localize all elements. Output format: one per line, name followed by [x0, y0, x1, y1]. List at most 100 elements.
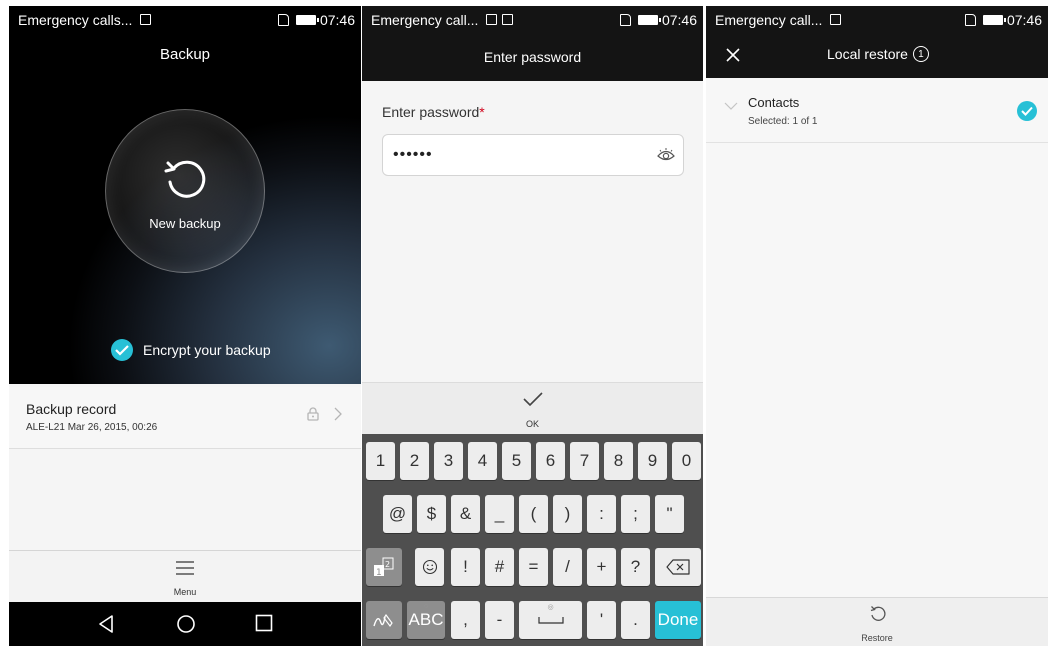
- ok-button[interactable]: OK: [362, 382, 703, 434]
- required-mark: *: [479, 104, 485, 120]
- key-dash[interactable]: -: [485, 601, 514, 639]
- check-icon: [1021, 106, 1033, 116]
- password-value: ••••••: [393, 146, 433, 163]
- key-open-paren[interactable]: (: [519, 495, 548, 533]
- menu-button[interactable]: Menu: [9, 550, 361, 602]
- key-underscore[interactable]: _: [485, 495, 514, 533]
- keyboard: 1 2 3 4 5 6 7 8 9 0 @ $ & _ ( ) : ; " 1 …: [362, 434, 703, 646]
- key-colon[interactable]: :: [587, 495, 616, 533]
- chevron-down-icon[interactable]: [724, 102, 738, 110]
- key-7[interactable]: 7: [570, 442, 599, 480]
- page-title: Backup: [159, 46, 211, 63]
- restore-screen: Emergency call... 07:46 Local restore 1 …: [706, 6, 1048, 646]
- space-bar[interactable]: ◎: [519, 601, 582, 639]
- key-at[interactable]: @: [383, 495, 412, 533]
- key-comma[interactable]: ,: [451, 601, 480, 639]
- encrypt-label: Encrypt your backup: [143, 342, 271, 358]
- notification-icon: [140, 14, 152, 25]
- key-period[interactable]: .: [621, 601, 650, 639]
- key-question[interactable]: ?: [621, 548, 650, 586]
- svg-text:1: 1: [376, 568, 382, 577]
- battery-icon: [982, 14, 1006, 25]
- key-slash[interactable]: /: [553, 548, 582, 586]
- list-item-contacts[interactable]: Contacts Selected: 1 of 1: [706, 78, 1048, 143]
- close-icon[interactable]: [725, 47, 741, 63]
- clock: 07:46: [1006, 11, 1042, 28]
- restore-icon: [870, 606, 886, 621]
- check-icon: [111, 339, 133, 361]
- key-ampersand[interactable]: &: [451, 495, 480, 533]
- key-1[interactable]: 1: [366, 442, 395, 480]
- space-icon: [537, 617, 564, 624]
- key-3[interactable]: 3: [434, 442, 463, 480]
- count-badge: 1: [912, 46, 929, 62]
- key-equals[interactable]: =: [519, 548, 548, 586]
- battery-icon: [637, 14, 661, 25]
- status-bar: Emergency call... 07:46: [362, 6, 703, 33]
- password-screen: Emergency call... 07:46 Enter password E…: [362, 6, 703, 646]
- symbol-page-icon: 1 2: [374, 557, 394, 577]
- key-hash[interactable]: #: [485, 548, 514, 586]
- battery-icon: [295, 14, 319, 25]
- globe-hint-icon: ◌: [423, 603, 429, 610]
- key-quote[interactable]: ": [655, 495, 684, 533]
- home-icon[interactable]: [176, 614, 196, 634]
- backspace-icon: [666, 559, 690, 575]
- app-bar: Emergency call... 07:46 Enter password: [362, 6, 703, 81]
- emoji-button[interactable]: [415, 548, 444, 586]
- restore-label: Restore: [861, 633, 893, 643]
- new-backup-button[interactable]: New backup: [105, 109, 265, 273]
- clock: 07:46: [661, 11, 697, 28]
- status-bar: Emergency calls... 07:46: [9, 6, 361, 33]
- status-text: Emergency calls...: [18, 11, 133, 28]
- symbol-page-button[interactable]: 1 2: [366, 548, 402, 586]
- key-4[interactable]: 4: [468, 442, 497, 480]
- key-9[interactable]: 9: [638, 442, 667, 480]
- key-2[interactable]: 2: [400, 442, 429, 480]
- password-field[interactable]: ••••••: [382, 134, 684, 176]
- done-button[interactable]: Done: [655, 601, 701, 639]
- key-8[interactable]: 8: [604, 442, 633, 480]
- item-checkbox[interactable]: [1017, 101, 1037, 121]
- key-5[interactable]: 5: [502, 442, 531, 480]
- backspace-button[interactable]: [655, 548, 701, 586]
- menu-label: Menu: [173, 587, 197, 597]
- show-password-icon[interactable]: [657, 148, 675, 162]
- item-subtitle: Selected: 1 of 1: [748, 116, 818, 127]
- back-icon[interactable]: [98, 614, 114, 634]
- ok-label: OK: [525, 419, 539, 429]
- chevron-right-icon: [334, 407, 342, 421]
- key-close-paren[interactable]: ): [553, 495, 582, 533]
- sim-icon: [277, 13, 289, 26]
- handwriting-icon: [373, 613, 393, 628]
- key-dollar[interactable]: $: [417, 495, 446, 533]
- new-backup-label: New backup: [149, 216, 221, 231]
- emoji-icon: [422, 559, 437, 575]
- page-title: Local restore 1: [827, 46, 929, 62]
- key-exclamation[interactable]: !: [451, 548, 480, 586]
- abc-button[interactable]: ◌ ABC: [407, 601, 445, 639]
- key-semicolon[interactable]: ;: [621, 495, 650, 533]
- item-title: Contacts: [748, 95, 800, 110]
- key-0[interactable]: 0: [672, 442, 701, 480]
- screenshot-icon: [830, 14, 842, 25]
- refresh-icon: [164, 160, 206, 198]
- recents-icon[interactable]: [255, 614, 273, 632]
- restore-button[interactable]: Restore: [706, 597, 1048, 646]
- clock: 07:46: [319, 11, 355, 28]
- svg-text:2: 2: [385, 560, 390, 569]
- key-apostrophe[interactable]: ': [587, 601, 616, 639]
- notification-icon: [486, 14, 498, 25]
- screenshot-icon: [502, 14, 514, 25]
- sim-icon: [964, 13, 976, 26]
- password-label: Enter password*: [382, 104, 485, 120]
- navigation-bar: [9, 602, 361, 646]
- menu-icon: [176, 561, 194, 575]
- mic-hint-icon: ◎: [547, 604, 554, 611]
- backup-record-item[interactable]: Backup record ALE-L21 Mar 26, 2015, 00:2…: [9, 387, 361, 449]
- key-plus[interactable]: +: [587, 548, 616, 586]
- encrypt-checkbox[interactable]: Encrypt your backup: [111, 339, 271, 361]
- record-title: Backup record: [26, 401, 117, 417]
- key-6[interactable]: 6: [536, 442, 565, 480]
- handwriting-button[interactable]: [366, 601, 402, 639]
